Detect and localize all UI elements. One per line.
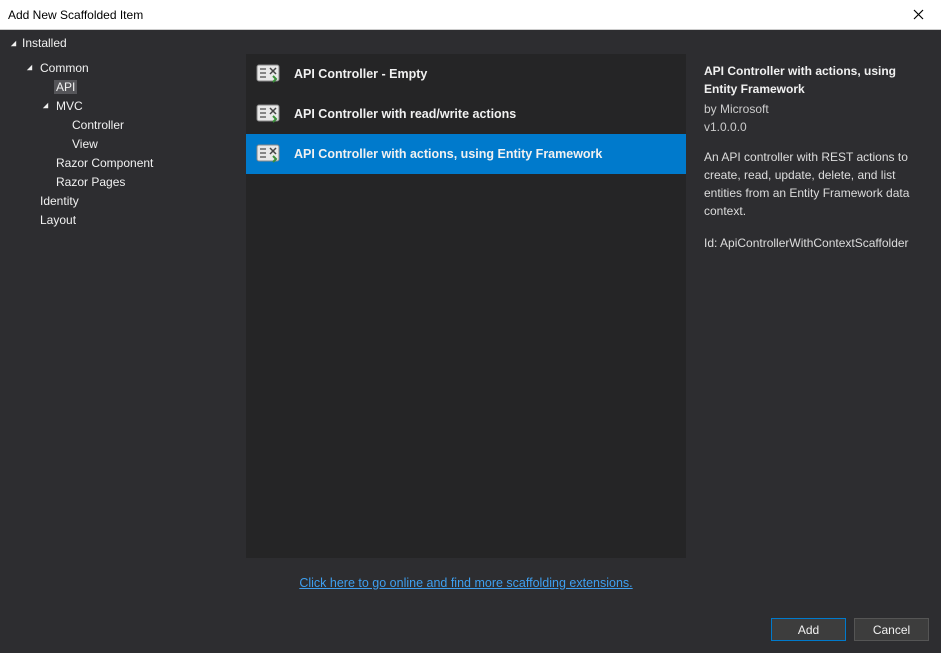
template-column: API Controller - Empty API Controller wi…	[246, 54, 686, 600]
details-version: v1.0.0.0	[704, 118, 923, 136]
template-list: API Controller - Empty API Controller wi…	[246, 54, 686, 558]
columns: Common API MVC Controller View	[0, 54, 941, 608]
tree-label: View	[70, 137, 100, 151]
tree-spacer	[40, 158, 50, 168]
extensions-link-row: Click here to go online and find more sc…	[246, 558, 686, 600]
tree-item-api[interactable]: API	[8, 77, 238, 96]
extensions-link[interactable]: Click here to go online and find more sc…	[299, 576, 632, 590]
tree-label: Razor Pages	[54, 175, 127, 189]
content-region: Installed Common API MVC Controlle	[0, 30, 941, 608]
tree-item-controller[interactable]: Controller	[8, 115, 238, 134]
window-title: Add New Scaffolded Item	[8, 8, 143, 22]
tree-spacer	[24, 196, 34, 206]
tree-item-view[interactable]: View	[8, 134, 238, 153]
tree-item-layout[interactable]: Layout	[8, 210, 238, 229]
titlebar: Add New Scaffolded Item	[0, 0, 941, 30]
tree-item-common[interactable]: Common	[8, 58, 238, 77]
template-item[interactable]: API Controller with actions, using Entit…	[246, 134, 686, 174]
details-pane: API Controller with actions, using Entit…	[694, 54, 933, 600]
details-id: Id: ApiControllerWithContextScaffolder	[704, 234, 923, 252]
details-author: by Microsoft	[704, 100, 923, 118]
tree-spacer	[24, 215, 34, 225]
tree-item-identity[interactable]: Identity	[8, 191, 238, 210]
tree-item-mvc[interactable]: MVC	[8, 96, 238, 115]
tree-label: Controller	[70, 118, 126, 132]
tree-item-razor-pages[interactable]: Razor Pages	[8, 172, 238, 191]
details-title: API Controller with actions, using Entit…	[704, 62, 923, 98]
add-button[interactable]: Add	[771, 618, 846, 641]
tree-root-installed[interactable]: Installed	[0, 30, 941, 54]
tree-spacer	[56, 139, 66, 149]
chevron-down-icon	[24, 63, 34, 73]
tree-spacer	[40, 177, 50, 187]
cancel-button[interactable]: Cancel	[854, 618, 929, 641]
tree-label: Common	[38, 61, 91, 75]
chevron-down-icon	[8, 38, 18, 48]
template-item[interactable]: API Controller - Empty	[246, 54, 686, 94]
dialog-body: Installed Common API MVC Controlle	[0, 30, 941, 653]
tree-spacer	[56, 120, 66, 130]
tree-spacer	[40, 82, 50, 92]
tree-label: MVC	[54, 99, 85, 113]
close-button[interactable]	[896, 0, 941, 30]
template-label: API Controller with read/write actions	[294, 107, 516, 121]
tree-item-razor-component[interactable]: Razor Component	[8, 153, 238, 172]
controller-icon	[254, 100, 282, 128]
template-item[interactable]: API Controller with read/write actions	[246, 94, 686, 134]
tree-label: API	[54, 80, 77, 94]
tree-label: Layout	[38, 213, 78, 227]
chevron-down-icon	[40, 101, 50, 111]
details-description: An API controller with REST actions to c…	[704, 148, 923, 220]
tree-root-label: Installed	[22, 36, 67, 50]
template-label: API Controller with actions, using Entit…	[294, 147, 602, 161]
tree-label: Razor Component	[54, 156, 155, 170]
controller-icon	[254, 60, 282, 88]
controller-icon	[254, 140, 282, 168]
close-icon	[913, 9, 924, 20]
category-tree: Common API MVC Controller View	[8, 54, 238, 600]
tree-label: Identity	[38, 194, 81, 208]
template-label: API Controller - Empty	[294, 67, 427, 81]
button-bar: Add Cancel	[0, 608, 941, 653]
